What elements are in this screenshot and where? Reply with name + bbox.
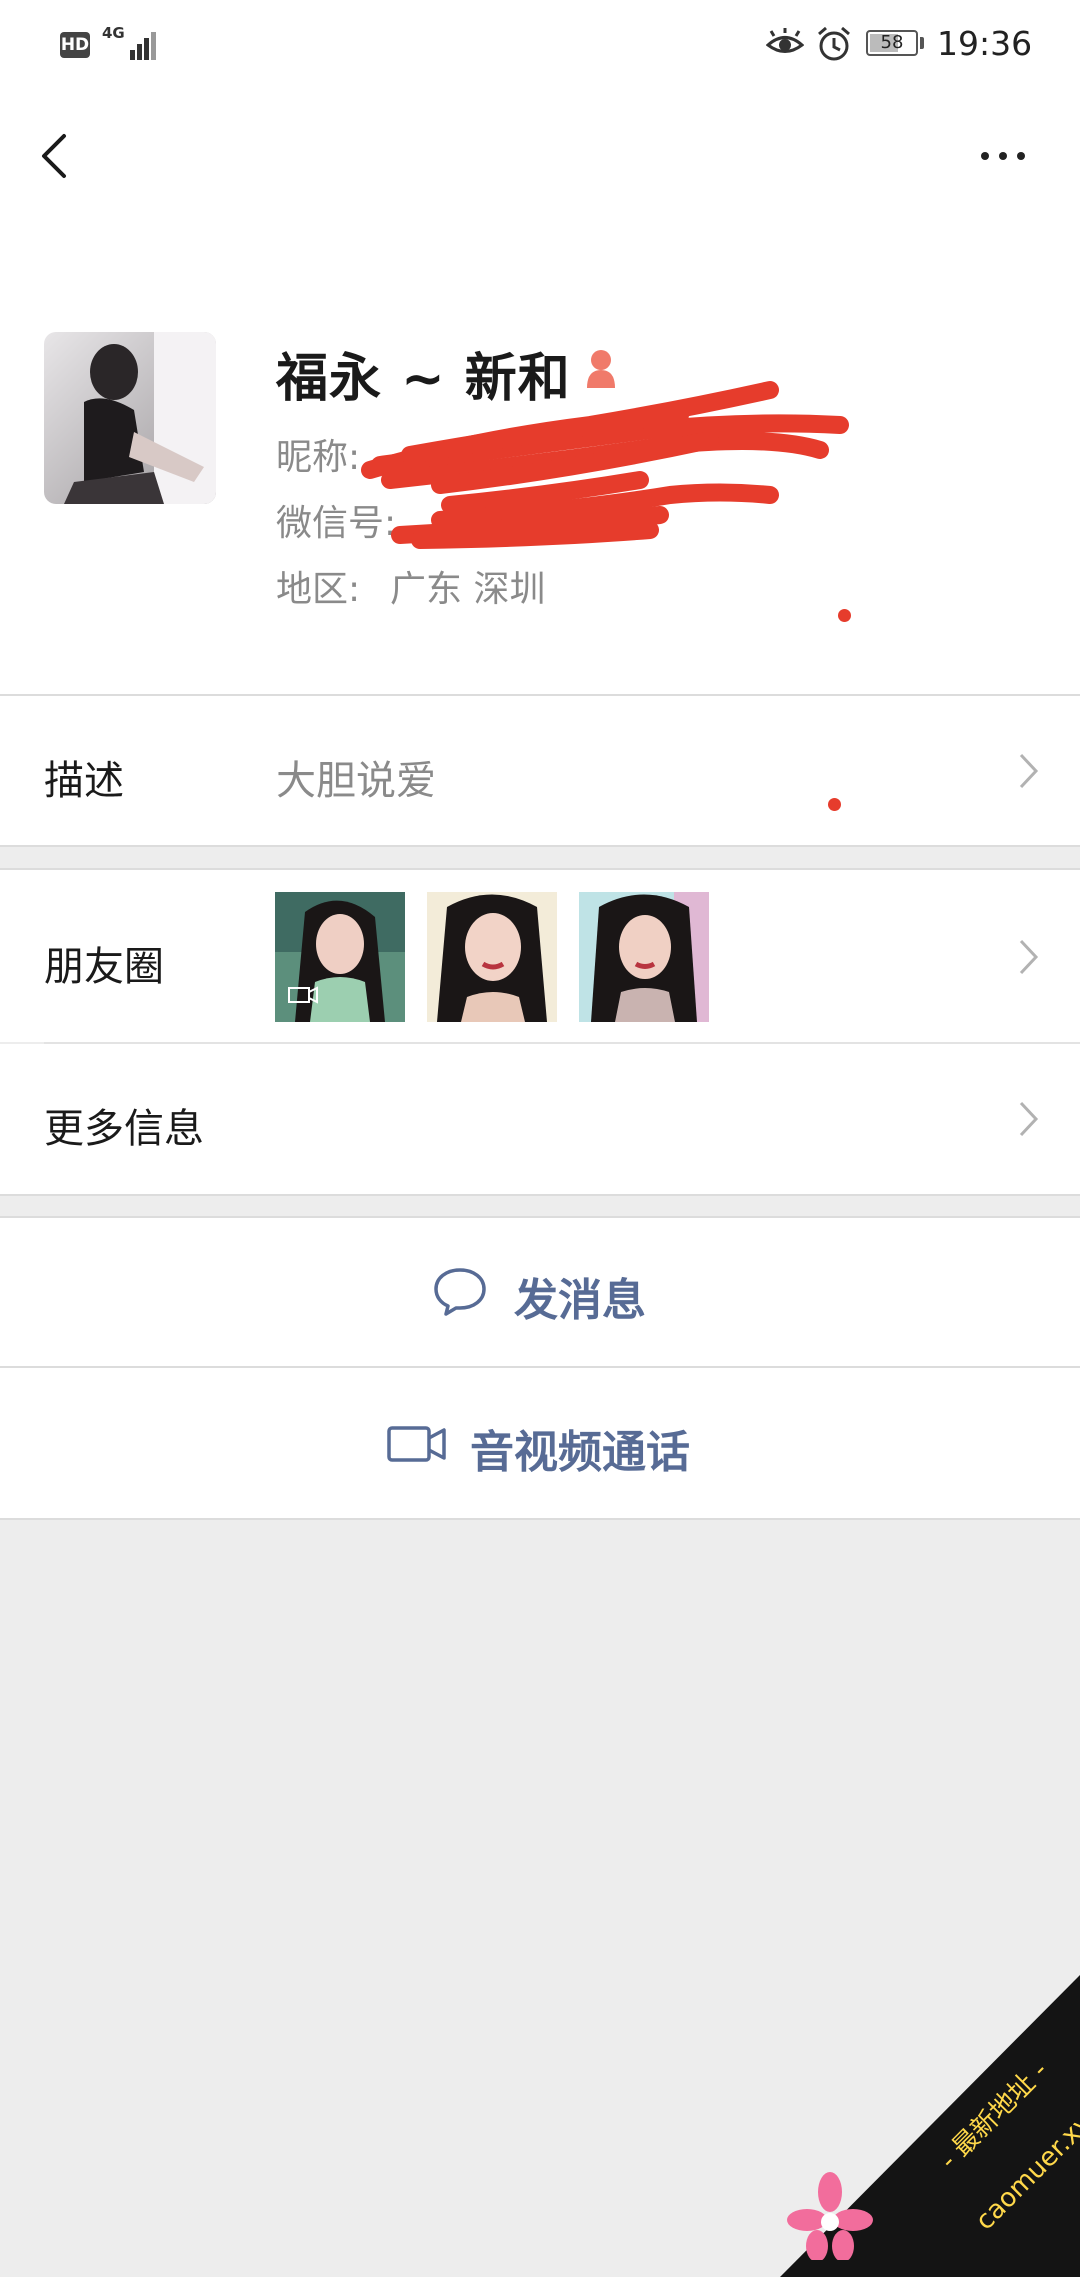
moments-label: 朋友圈	[44, 944, 164, 990]
nickname-label: 昵称:	[276, 437, 361, 478]
chevron-right-icon	[1019, 753, 1039, 789]
ellipsis-icon[interactable]	[975, 140, 1031, 170]
description-label: 描述	[44, 758, 124, 804]
divider	[0, 845, 1080, 847]
moment-thumbnail[interactable]	[579, 892, 709, 1022]
video-call-label: 音视频通话	[470, 1427, 690, 1478]
eye-comfort-icon	[766, 28, 804, 53]
moment-thumbnail[interactable]	[275, 892, 405, 1022]
region-label: 地区:	[276, 569, 361, 610]
chevron-right-icon	[1019, 1101, 1039, 1137]
status-bar	[0, 0, 1080, 92]
chevron-right-icon	[1019, 939, 1039, 975]
region-value: 广东 深圳	[390, 569, 546, 610]
battery-tip	[920, 37, 924, 49]
chevron-left-icon[interactable]	[34, 128, 74, 184]
red-dot-mark	[838, 609, 851, 622]
video-camera-icon	[387, 1426, 446, 1462]
signal-icon	[120, 28, 160, 60]
avatar[interactable]	[44, 332, 216, 504]
status-time: 19:36	[937, 24, 1033, 63]
alarm-icon	[818, 26, 850, 61]
send-message-label: 发消息	[514, 1275, 646, 1326]
more-info-label: 更多信息	[44, 1106, 204, 1152]
battery-level: 58	[880, 32, 904, 53]
description-cell[interactable]	[0, 696, 1080, 846]
redaction-scribble	[361, 381, 849, 549]
divider	[0, 1518, 1080, 1520]
hd-indicator: HD	[60, 32, 90, 58]
divider	[0, 1194, 1080, 1196]
moment-thumbnail[interactable]	[427, 892, 557, 1022]
red-dot-mark	[828, 798, 841, 811]
flower-logo	[787, 2172, 873, 2260]
description-value: 大胆说爱	[276, 758, 436, 804]
chat-bubble-icon	[434, 1268, 486, 1316]
